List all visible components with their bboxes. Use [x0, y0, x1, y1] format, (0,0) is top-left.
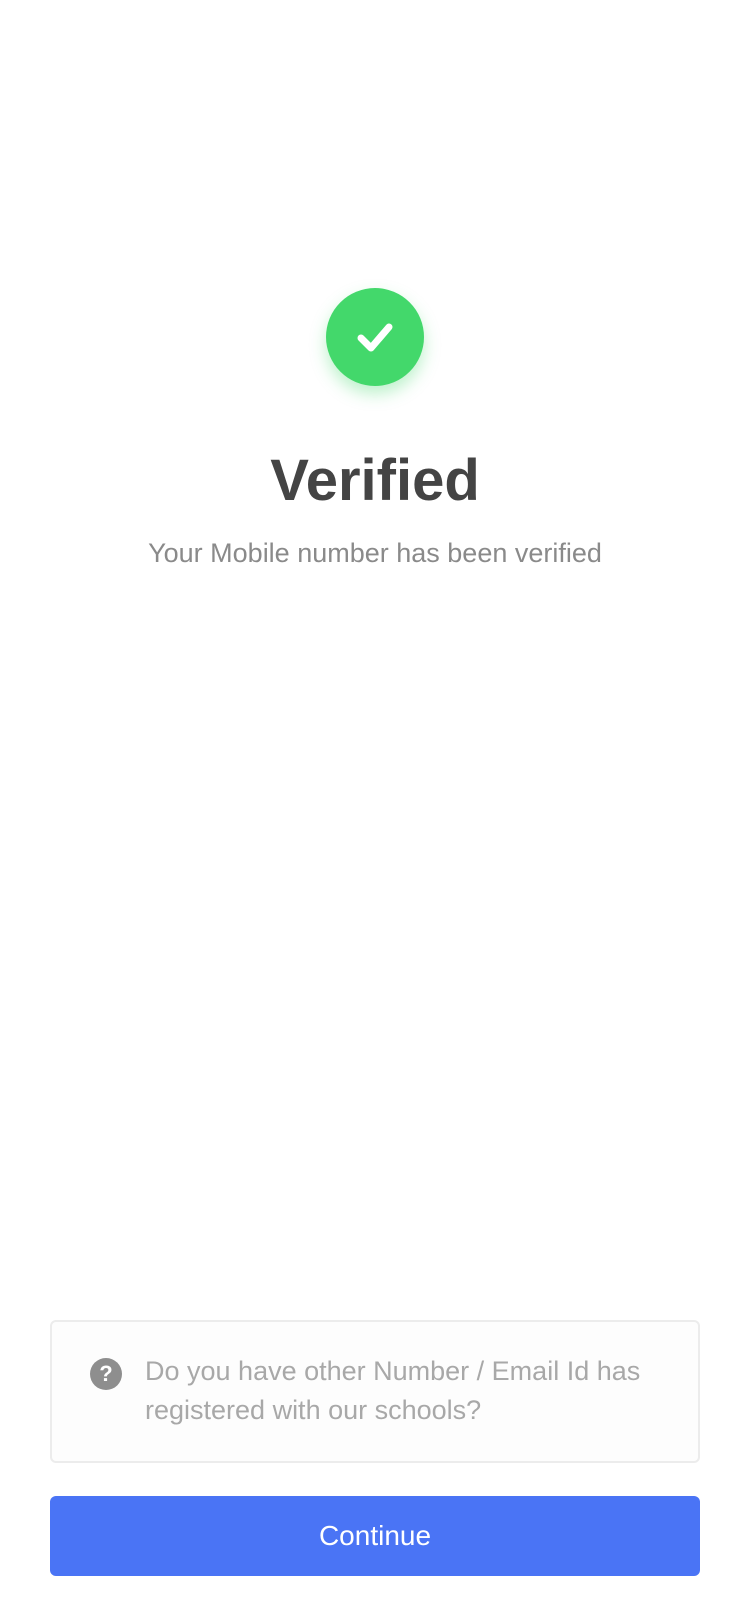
verification-success-screen: Verified Your Mobile number has been ver…	[0, 0, 750, 1624]
verification-message: Your Mobile number has been verified	[148, 538, 602, 568]
check-icon	[357, 323, 393, 352]
success-badge	[326, 288, 424, 386]
question-icon: ?	[90, 1358, 122, 1390]
continue-button[interactable]: Continue	[50, 1496, 700, 1576]
other-account-help-card[interactable]: ? Do you have other Number / Email Id ha…	[50, 1320, 700, 1463]
page-title: Verified	[270, 448, 480, 513]
help-text: Do you have other Number / Email Id has …	[145, 1356, 641, 1425]
